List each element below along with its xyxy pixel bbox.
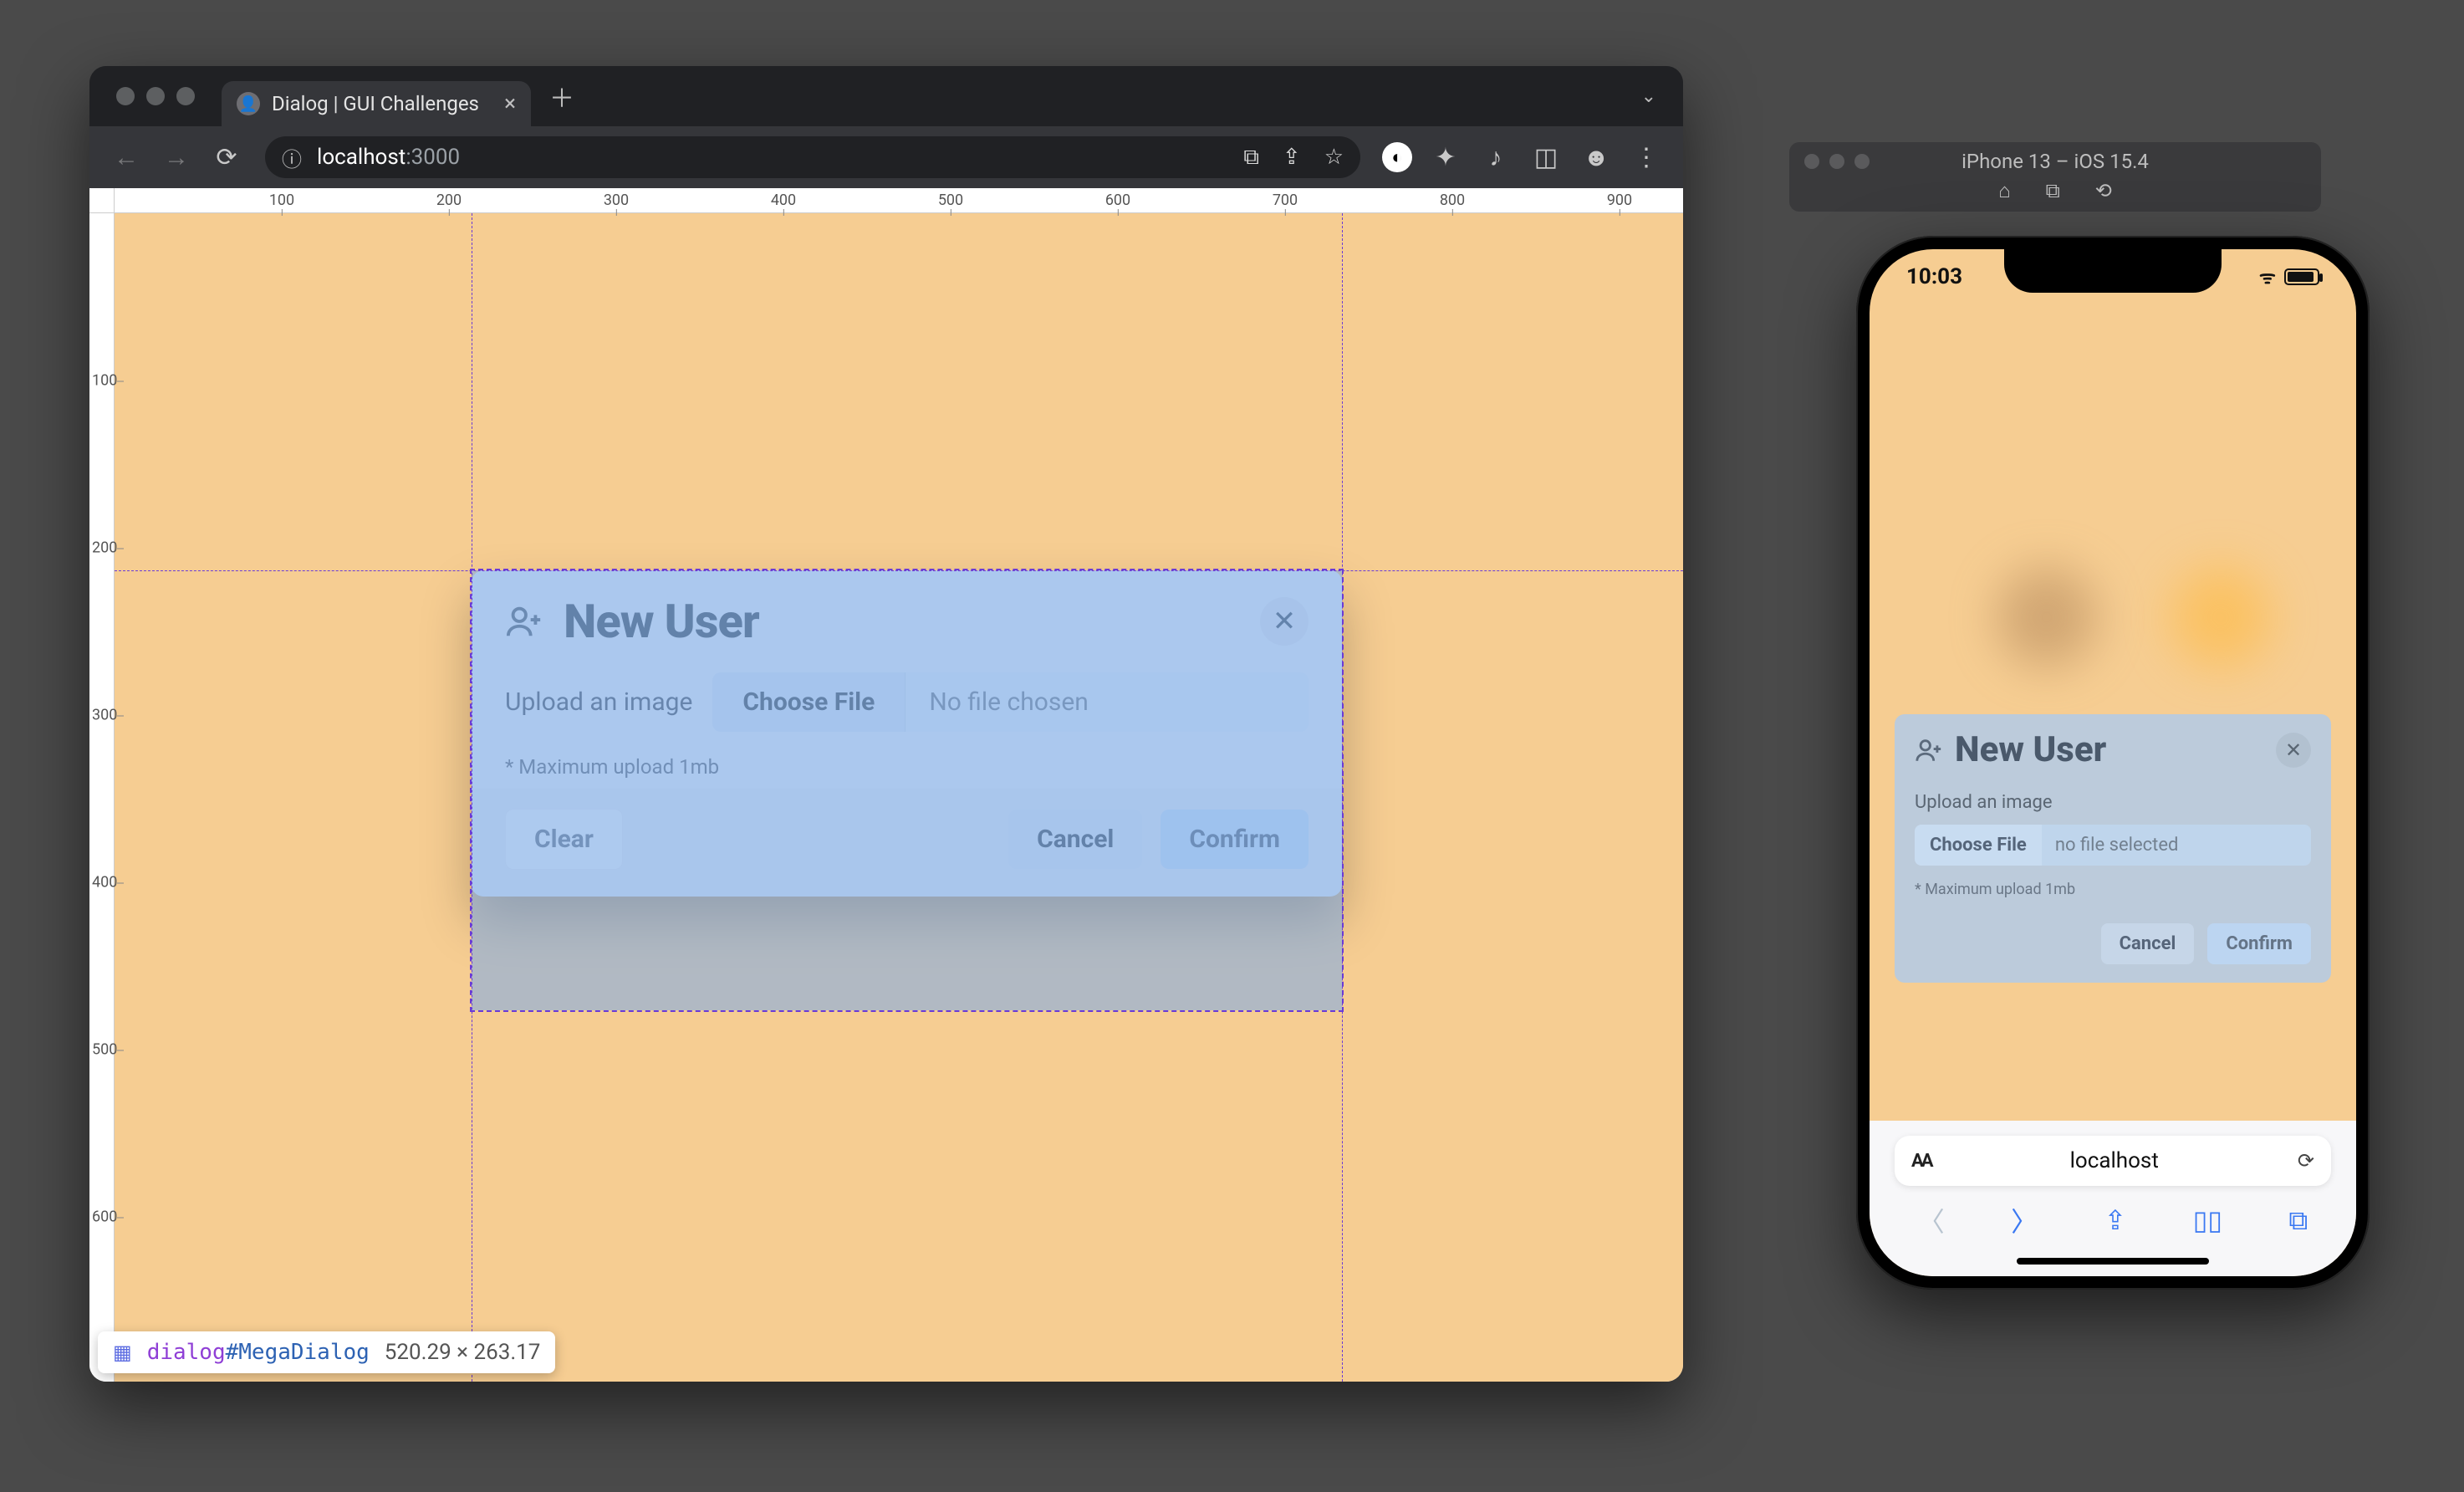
ruler-horizontal: 100200300400500600700800900 bbox=[115, 188, 1683, 213]
close-icon: ✕ bbox=[2285, 738, 2302, 762]
profile-icon[interactable]: ☻ bbox=[1579, 143, 1613, 172]
upload-note: * Maximum upload 1mb bbox=[1915, 881, 2311, 898]
simulator-title: iPhone 13 – iOS 15.4 bbox=[1789, 150, 2321, 173]
site-info-icon[interactable]: ⓘ bbox=[282, 143, 302, 172]
close-window-icon[interactable] bbox=[116, 87, 135, 105]
forward-icon[interactable]: 〉 bbox=[2011, 1201, 2038, 1239]
grid-icon: ▦ bbox=[113, 1341, 132, 1364]
simulator-window: iPhone 13 – iOS 15.4 ⌂ ⧉ ⟲ 10:03 ᯤ bbox=[1789, 142, 2321, 212]
wifi-icon: ᯤ bbox=[2259, 264, 2276, 289]
bookmark-icon[interactable]: ☆ bbox=[1324, 145, 1344, 170]
dialog-title: New User bbox=[1955, 729, 2106, 770]
rotate-icon[interactable]: ⟲ bbox=[2095, 179, 2112, 203]
back-icon[interactable]: ← bbox=[110, 143, 143, 172]
reload-icon[interactable]: ⟳ bbox=[2298, 1149, 2314, 1173]
new-tab-button[interactable]: ＋ bbox=[539, 74, 584, 118]
choose-file-button[interactable]: Choose File bbox=[1915, 825, 2042, 866]
confirm-button[interactable]: Confirm bbox=[2207, 923, 2311, 964]
chrome-window: 👤 Dialog | GUI Challenges × ＋ ⌄ ← → ⟳ ⓘ … bbox=[89, 66, 1683, 1382]
element-dimensions: 520.29 × 263.17 bbox=[385, 1340, 541, 1365]
simulator-titlebar: iPhone 13 – iOS 15.4 ⌂ ⧉ ⟲ bbox=[1789, 142, 2321, 212]
address-bar[interactable]: ⓘ localhost:3000 ⧉ ⇪ ☆ bbox=[265, 136, 1360, 178]
media-control-icon[interactable]: ♪ bbox=[1479, 143, 1513, 172]
background-blob bbox=[2171, 567, 2271, 667]
home-icon[interactable]: ⌂ bbox=[1998, 179, 2011, 203]
ruler-corner bbox=[89, 188, 115, 213]
phone-screen: 10:03 ᯤ New User ✕ Upload bbox=[1870, 249, 2356, 1276]
zoom-window-icon[interactable] bbox=[176, 87, 195, 105]
browser-toolbar: ← → ⟳ ⓘ localhost:3000 ⧉ ⇪ ☆ ◐ ✦ ♪ ◫ ☻ ⋮ bbox=[89, 126, 1683, 188]
add-user-icon bbox=[1915, 736, 1943, 764]
home-indicator bbox=[2017, 1258, 2209, 1265]
address-host: localhost bbox=[317, 145, 406, 170]
forward-icon[interactable]: → bbox=[160, 143, 193, 172]
guide-line bbox=[1342, 213, 1343, 1382]
safari-address-bar[interactable]: AA localhost ⟳ bbox=[1895, 1136, 2331, 1186]
text-size-icon[interactable]: AA bbox=[1911, 1151, 1931, 1172]
devtools-highlight bbox=[472, 570, 1342, 1010]
extensions-icon[interactable]: ✦ bbox=[1429, 143, 1462, 172]
extension-1-icon[interactable]: ◐ bbox=[1382, 142, 1412, 172]
clock: 10:03 bbox=[1906, 264, 1962, 289]
back-icon[interactable]: 〈 bbox=[1918, 1201, 1945, 1239]
mega-dialog-mobile: New User ✕ Upload an image Choose File n… bbox=[1895, 714, 2331, 983]
devtools-element-chip: ▦ dialog#MegaDialog 520.29 × 263.17 bbox=[98, 1331, 555, 1373]
battery-icon bbox=[2284, 268, 2319, 285]
favicon-icon: 👤 bbox=[237, 92, 260, 115]
address-port: :3000 bbox=[406, 145, 460, 170]
ruler-vertical: 100200300400500600 bbox=[89, 213, 115, 1382]
url-text: localhost bbox=[1931, 1148, 2298, 1173]
tabs-icon[interactable]: ⧉ bbox=[2288, 1204, 2308, 1237]
guide-line bbox=[115, 570, 1683, 571]
safari-toolbar: AA localhost ⟳ 〈 〉 ⇪ ▯▯ ⧉ bbox=[1870, 1121, 2356, 1276]
page-canvas: New User ✕ Upload an image Choose File N… bbox=[115, 213, 1683, 1382]
share-icon[interactable]: ⇪ bbox=[1283, 145, 1301, 170]
side-panel-icon[interactable]: ◫ bbox=[1529, 143, 1563, 172]
viewport: 100200300400500600700800900 100200300400… bbox=[89, 188, 1683, 1382]
close-tab-icon[interactable]: × bbox=[504, 91, 516, 116]
phone-frame: 10:03 ᯤ New User ✕ Upload bbox=[1856, 236, 2370, 1290]
status-bar: 10:03 ᯤ bbox=[1870, 264, 2356, 289]
window-controls bbox=[116, 87, 195, 105]
kebab-menu-icon[interactable]: ⋮ bbox=[1630, 143, 1663, 172]
close-dialog-button[interactable]: ✕ bbox=[2276, 733, 2311, 768]
file-input[interactable]: Choose File no file selected bbox=[1915, 825, 2311, 866]
tab-title: Dialog | GUI Challenges bbox=[272, 92, 479, 115]
reload-icon[interactable]: ⟳ bbox=[210, 143, 243, 172]
screenshot-icon[interactable]: ⧉ bbox=[2046, 179, 2060, 203]
share-icon[interactable]: ⇪ bbox=[2104, 1204, 2127, 1236]
open-in-new-icon[interactable]: ⧉ bbox=[1243, 145, 1259, 171]
tabs-dropdown-icon[interactable]: ⌄ bbox=[1630, 81, 1668, 112]
element-selector: dialog#MegaDialog bbox=[147, 1340, 370, 1365]
upload-label: Upload an image bbox=[1915, 792, 2311, 813]
tab-bar: 👤 Dialog | GUI Challenges × ＋ ⌄ bbox=[89, 66, 1683, 126]
bookmarks-icon[interactable]: ▯▯ bbox=[2193, 1204, 2222, 1236]
browser-tab[interactable]: 👤 Dialog | GUI Challenges × bbox=[222, 81, 531, 126]
cancel-button[interactable]: Cancel bbox=[2101, 923, 2195, 964]
file-status: no file selected bbox=[2042, 825, 2311, 866]
minimize-window-icon[interactable] bbox=[146, 87, 165, 105]
background-blob bbox=[1997, 567, 2097, 667]
